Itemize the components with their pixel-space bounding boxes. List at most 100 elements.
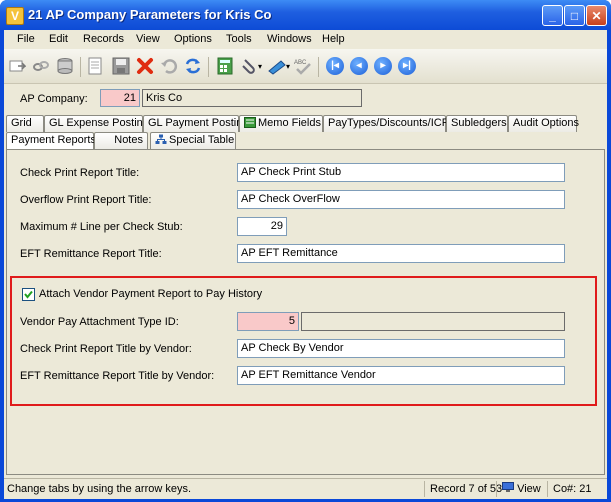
refresh-icon — [185, 58, 201, 74]
link-icon — [33, 61, 49, 71]
minimize-icon: _ — [549, 9, 556, 23]
next-record-icon: ▸ — [374, 57, 392, 75]
first-record-icon: |◂ — [326, 57, 344, 75]
max-lines-label: Maximum # Line per Check Stub: — [20, 221, 183, 233]
menu-help[interactable]: Help — [322, 33, 345, 45]
mode-indicator: View — [496, 481, 541, 497]
undo-button[interactable] — [160, 57, 178, 75]
next-record-button[interactable]: ▸ — [374, 57, 392, 75]
toolbar: ▾ ▾ ABC |◂ ◂ ▸ ▸| — [4, 49, 607, 84]
overflow-label: Overflow Print Report Title: — [20, 194, 152, 206]
eft-by-vendor-field[interactable]: AP EFT Remittance Vendor — [237, 366, 565, 385]
close-button[interactable]: ✕ — [586, 5, 607, 26]
status-bar: Change tabs by using the arrow keys. Rec… — [4, 478, 607, 499]
mode-label: View — [517, 483, 541, 495]
max-lines-field[interactable]: 29 — [237, 217, 287, 236]
new-record-icon — [9, 60, 26, 72]
header-panel: AP Company: 21 Kris Co — [4, 84, 607, 116]
minimize-button[interactable]: _ — [542, 5, 563, 26]
monitor-icon — [502, 482, 514, 492]
database-icon — [57, 58, 73, 74]
check-print-field[interactable]: AP Check Print Stub — [237, 163, 565, 182]
checkmark-icon — [24, 290, 33, 299]
toolbar-separator — [208, 57, 209, 77]
tab-memo-fields[interactable]: Memo Fields — [239, 115, 323, 132]
toolbar-separator — [318, 57, 319, 77]
new-record-button[interactable] — [8, 57, 26, 75]
tab-special-table-label: Special Table — [169, 134, 235, 146]
ap-company-label: AP Company: — [20, 93, 88, 105]
menu-records[interactable]: Records — [83, 33, 124, 45]
attach-dropdown-icon[interactable]: ▾ — [258, 62, 262, 71]
status-hint: Change tabs by using the arrow keys. — [7, 483, 192, 495]
application-window: V 21 AP Company Parameters for Kris Co _… — [0, 0, 611, 502]
overflow-field[interactable]: AP Check OverFlow — [237, 190, 565, 209]
title-bar[interactable]: V 21 AP Company Parameters for Kris Co _… — [0, 0, 611, 30]
type-id-label: Vendor Pay Attachment Type ID: — [20, 316, 179, 328]
tab-grid[interactable]: Grid — [6, 115, 44, 132]
link-button[interactable] — [32, 57, 50, 75]
tab-subledgers[interactable]: Subledgers — [446, 115, 508, 132]
attach-vendor-checkbox[interactable] — [22, 288, 35, 301]
type-id-description-field — [301, 312, 565, 331]
type-id-field[interactable]: 5 — [237, 312, 299, 331]
menu-windows[interactable]: Windows — [267, 33, 312, 45]
maximize-button[interactable]: □ — [564, 5, 585, 26]
calculator-button[interactable] — [216, 57, 234, 75]
window-title: 21 AP Company Parameters for Kris Co — [28, 7, 272, 22]
menu-options[interactable]: Options — [174, 33, 212, 45]
first-record-button[interactable]: |◂ — [326, 57, 344, 75]
tab-paytypes-discounts-icr[interactable]: PayTypes/Discounts/ICR — [323, 115, 450, 132]
ap-company-field[interactable]: 21 — [100, 89, 140, 107]
page-button[interactable] — [86, 57, 104, 75]
calculator-icon — [217, 57, 233, 75]
last-record-icon: ▸| — [398, 57, 416, 75]
check-by-vendor-field[interactable]: AP Check By Vendor — [237, 339, 565, 358]
last-record-button[interactable]: ▸| — [398, 57, 416, 75]
maximize-icon: □ — [570, 9, 579, 23]
tab-gl-expense-posting[interactable]: GL Expense Posting — [44, 115, 149, 132]
menu-tools[interactable]: Tools — [226, 33, 252, 45]
eft-field[interactable]: AP EFT Remittance — [237, 244, 565, 263]
menu-file[interactable]: File — [17, 33, 35, 45]
eft-by-vendor-label: EFT Remittance Report Title by Vendor: — [20, 370, 215, 382]
delete-button[interactable] — [136, 57, 154, 75]
spellcheck-button[interactable]: ABC — [294, 57, 312, 75]
menu-view[interactable]: View — [136, 33, 160, 45]
database-button[interactable] — [56, 57, 74, 75]
previous-record-button[interactable]: ◂ — [350, 57, 368, 75]
refresh-button[interactable] — [184, 57, 202, 75]
page-icon — [88, 57, 102, 75]
eft-label: EFT Remittance Report Title: — [20, 248, 162, 260]
menu-bar: File Edit Records View Options Tools Win… — [4, 30, 607, 48]
tab-gl-payment-posting[interactable]: GL Payment Posting — [143, 115, 248, 132]
company-name-field: Kris Co — [142, 89, 362, 107]
undo-icon — [161, 59, 178, 74]
attach-button[interactable] — [240, 57, 258, 75]
app-icon: V — [6, 7, 24, 25]
previous-record-icon: ◂ — [350, 57, 368, 75]
company-indicator: Co#: 21 — [547, 481, 592, 497]
org-chart-icon — [155, 134, 167, 144]
save-button[interactable] — [112, 57, 130, 75]
report-dropdown-icon[interactable]: ▾ — [286, 62, 290, 71]
check-by-vendor-label: Check Print Report Title by Vendor: — [20, 343, 192, 355]
report-icon — [268, 60, 286, 75]
tab-special-table[interactable]: Special Table — [150, 132, 236, 149]
record-indicator: Record 7 of 53 — [424, 481, 502, 497]
attach-icon — [242, 59, 255, 74]
save-icon — [112, 57, 130, 75]
memo-icon — [244, 117, 256, 128]
close-icon: ✕ — [591, 9, 602, 23]
menu-edit[interactable]: Edit — [49, 33, 68, 45]
tab-payment-reports[interactable]: Payment Reports — [6, 132, 96, 150]
report-button[interactable] — [268, 57, 286, 75]
spell-label: ABC — [294, 60, 307, 66]
attach-vendor-label[interactable]: Attach Vendor Payment Report to Pay Hist… — [39, 288, 262, 300]
tab-notes[interactable]: Notes — [94, 132, 148, 149]
toolbar-separator — [80, 57, 81, 77]
tab-memo-fields-label: Memo Fields — [258, 117, 321, 129]
delete-icon — [137, 58, 153, 74]
tab-audit-options[interactable]: Audit Options — [508, 115, 579, 132]
spellcheck-icon: ABC — [294, 60, 311, 75]
